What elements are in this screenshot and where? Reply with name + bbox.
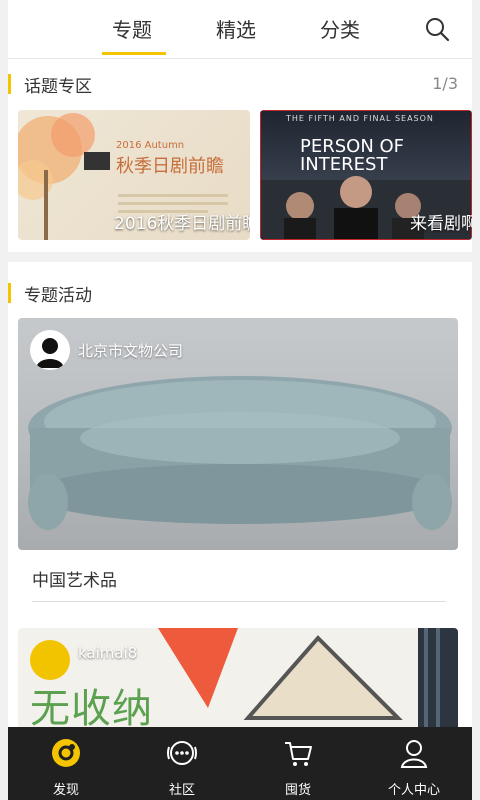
brand-logo-icon[interactable] bbox=[30, 640, 70, 680]
user-avatar-icon bbox=[36, 338, 64, 368]
tab-featured[interactable]: 精选 bbox=[216, 14, 256, 43]
autumn-poster-year: 2016 Autumn bbox=[116, 140, 185, 151]
avatar[interactable] bbox=[30, 330, 70, 370]
activity-title[interactable]: 中国艺术品 bbox=[32, 566, 117, 591]
discover-icon bbox=[52, 739, 80, 767]
tab-categories[interactable]: 分类 bbox=[320, 14, 360, 43]
section-accent-bar bbox=[8, 74, 11, 94]
community-icon bbox=[167, 741, 197, 765]
nav-label: 囤货 bbox=[284, 783, 311, 798]
divider bbox=[32, 601, 446, 602]
brand-slogan: 无收纳 bbox=[30, 686, 153, 728]
nav-label: 发现 bbox=[52, 783, 79, 798]
bottom-navigation: 发现 社区 囤货 个人中心 bbox=[8, 727, 472, 800]
nav-label: 社区 bbox=[168, 783, 195, 798]
topic-section-title: 话题专区 bbox=[24, 77, 92, 97]
section-accent-bar bbox=[8, 283, 11, 303]
autumn-poster-title: 秋季日剧前瞻 bbox=[116, 156, 224, 177]
topic-card-person-of-interest[interactable]: THE FIFTH AND FINAL SEASON PERSON OF INT… bbox=[260, 110, 472, 240]
nav-discover[interactable]: 发现 bbox=[8, 727, 124, 800]
poi-poster-title-2: INTEREST bbox=[300, 154, 388, 175]
topic-card-caption: 2016秋季日剧前瞻 bbox=[114, 214, 250, 234]
nav-community[interactable]: 社区 bbox=[124, 727, 240, 800]
user-icon bbox=[400, 740, 428, 768]
active-tab-indicator bbox=[102, 52, 166, 55]
topic-pager: 1/3 bbox=[432, 74, 458, 93]
search-icon[interactable] bbox=[424, 16, 450, 42]
poi-poster-top: THE FIFTH AND FINAL SEASON bbox=[286, 114, 434, 123]
nav-cart[interactable]: 囤货 bbox=[240, 727, 356, 800]
app-screen: 专题 精选 分类 话题专区 1/3 2016 Autumn 秋季日剧前瞻 201… bbox=[8, 0, 472, 800]
section-gap bbox=[8, 252, 472, 262]
top-tab-bar: 专题 精选 分类 bbox=[8, 0, 472, 59]
topic-card-autumn-drama[interactable]: 2016 Autumn 秋季日剧前瞻 2016秋季日剧前瞻 bbox=[18, 110, 250, 240]
cart-icon bbox=[285, 742, 312, 766]
activity-card-storage[interactable]: kaimai8 无收纳 bbox=[18, 628, 458, 728]
nav-label: 个人中心 bbox=[387, 783, 440, 798]
activity-section-title: 专题活动 bbox=[24, 286, 92, 306]
topic-card-caption: 来看剧啊 bbox=[410, 214, 472, 234]
tab-topics[interactable]: 专题 bbox=[112, 14, 152, 43]
activity-owner-name[interactable]: kaimai8 bbox=[78, 644, 137, 662]
activity-owner-name[interactable]: 北京市文物公司 bbox=[78, 340, 183, 361]
nav-profile[interactable]: 个人中心 bbox=[356, 727, 472, 800]
activity-card-art[interactable]: 北京市文物公司 bbox=[18, 318, 458, 550]
